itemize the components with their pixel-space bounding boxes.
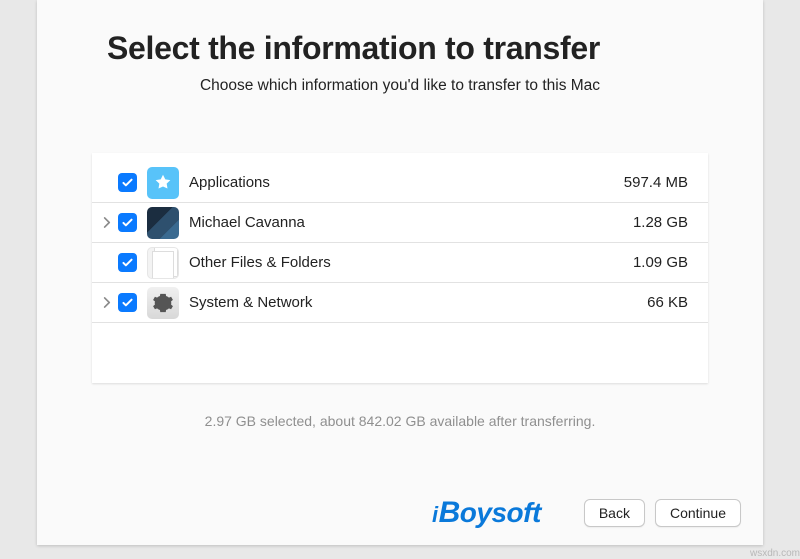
watermark-text: wsxdn.com (750, 548, 800, 559)
item-label: Other Files & Folders (189, 254, 633, 271)
item-label: Michael Cavanna (189, 214, 633, 231)
item-size: 66 KB (647, 294, 688, 311)
chevron-right-icon[interactable] (98, 215, 114, 231)
list-item[interactable]: Other Files & Folders 1.09 GB (92, 243, 708, 283)
transfer-items-list: Applications 597.4 MB Michael Cavanna 1.… (92, 153, 708, 383)
item-size: 1.28 GB (633, 214, 688, 231)
checkbox[interactable] (118, 213, 137, 232)
footer-buttons: Back Continue (584, 499, 741, 527)
disclosure-icon (98, 175, 114, 191)
page-subtitle: Choose which information you'd like to t… (37, 77, 763, 123)
checkbox[interactable] (118, 293, 137, 312)
list-item[interactable]: Michael Cavanna 1.28 GB (92, 203, 708, 243)
item-size: 597.4 MB (624, 174, 688, 191)
item-label: Applications (189, 174, 624, 191)
item-label: System & Network (189, 294, 647, 311)
checkbox[interactable] (118, 173, 137, 192)
item-size: 1.09 GB (633, 254, 688, 271)
list-item[interactable]: System & Network 66 KB (92, 283, 708, 323)
back-button[interactable]: Back (584, 499, 645, 527)
disclosure-icon (98, 255, 114, 271)
chevron-right-icon[interactable] (98, 295, 114, 311)
user-desktop-icon (147, 207, 179, 239)
page-title: Select the information to transfer (37, 0, 763, 77)
iboysoft-logo: iBoysoft (432, 496, 541, 530)
applications-folder-icon (147, 167, 179, 199)
status-text: 2.97 GB selected, about 842.02 GB availa… (37, 413, 763, 429)
checkbox[interactable] (118, 253, 137, 272)
continue-button[interactable]: Continue (655, 499, 741, 527)
migration-assistant-window: Select the information to transfer Choos… (37, 0, 763, 545)
system-preferences-icon (147, 287, 179, 319)
list-item[interactable]: Applications 597.4 MB (92, 163, 708, 203)
documents-icon (147, 247, 179, 279)
